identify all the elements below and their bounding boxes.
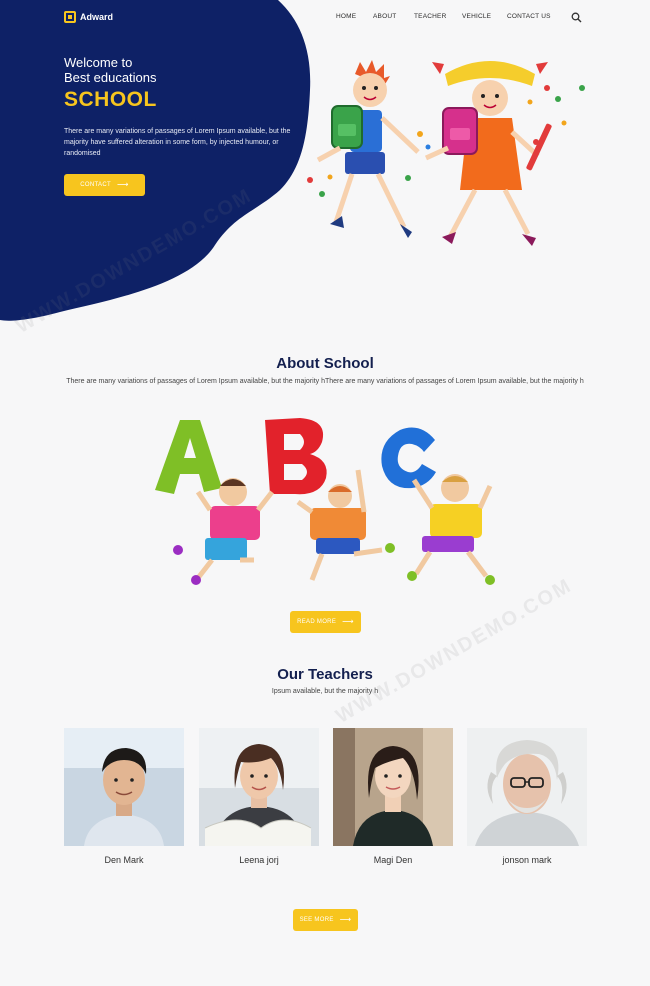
teacher-name: Den Mark xyxy=(104,855,144,865)
nav-about[interactable]: ABOUT xyxy=(373,13,414,20)
kid-one xyxy=(173,478,274,585)
hero-welcome-line2: Best educations xyxy=(64,70,157,85)
see-more-label: SEE MORE xyxy=(299,917,334,923)
nav-contact-us[interactable]: CONTACT US xyxy=(507,13,567,20)
teacher-name: Magi Den xyxy=(373,855,413,865)
abc-kids-illustration xyxy=(155,418,495,585)
girl-figure xyxy=(424,61,552,246)
hero-description: There are many variations of passages of… xyxy=(64,128,291,157)
contact-button-label: CONTACT xyxy=(80,182,111,188)
arrow-right-icon: ⟶ xyxy=(116,180,129,189)
kid-three xyxy=(407,474,495,585)
read-more-button[interactable]: READ MORE ⟶ xyxy=(290,611,361,633)
about-title: About School xyxy=(276,355,374,372)
nav-vehicle[interactable]: VEHICLE xyxy=(462,13,507,20)
read-more-label: READ MORE xyxy=(297,619,337,625)
boy-figure xyxy=(316,60,420,238)
teacher-photo[interactable] xyxy=(333,728,453,846)
teachers-subtitle: Ipsum available, but the majority h xyxy=(271,688,379,695)
teacher-name: Leena jorj xyxy=(239,855,279,865)
letter-a xyxy=(155,420,222,494)
teacher-photo[interactable] xyxy=(64,728,184,846)
arrow-right-icon: ⟶ xyxy=(342,617,354,626)
teacher-name: jonson mark xyxy=(502,855,552,865)
teacher-photo[interactable] xyxy=(467,728,587,846)
hero-welcome-line1: Welcome to xyxy=(64,55,133,70)
watermark: WWW.DOWNDEMO.COM xyxy=(332,574,576,728)
arrow-right-icon: ⟶ xyxy=(339,915,352,924)
about-description: There are many variations of passages of… xyxy=(66,378,584,385)
hero-headline: SCHOOL xyxy=(64,88,157,111)
teacher-photo[interactable] xyxy=(199,728,319,846)
main-nav: HOME ABOUT TEACHER VEHICLE CONTACT US xyxy=(336,13,567,20)
see-more-button[interactable]: SEE MORE ⟶ xyxy=(293,909,358,931)
teachers-title: Our Teachers xyxy=(277,666,373,683)
hero-welcome: Welcome to Best educations xyxy=(64,55,157,85)
logo[interactable]: Adward xyxy=(64,11,113,23)
hero-background-blob xyxy=(0,0,311,321)
nav-teacher[interactable]: TEACHER xyxy=(414,13,462,20)
nav-home[interactable]: HOME xyxy=(336,13,373,20)
logo-text: Adward xyxy=(80,12,114,22)
letter-b xyxy=(265,418,327,495)
kids-illustration xyxy=(307,60,585,246)
letter-c xyxy=(381,427,436,489)
contact-button[interactable]: CONTACT ⟶ xyxy=(64,174,145,196)
logo-icon xyxy=(64,11,76,23)
search-icon[interactable] xyxy=(571,12,582,23)
